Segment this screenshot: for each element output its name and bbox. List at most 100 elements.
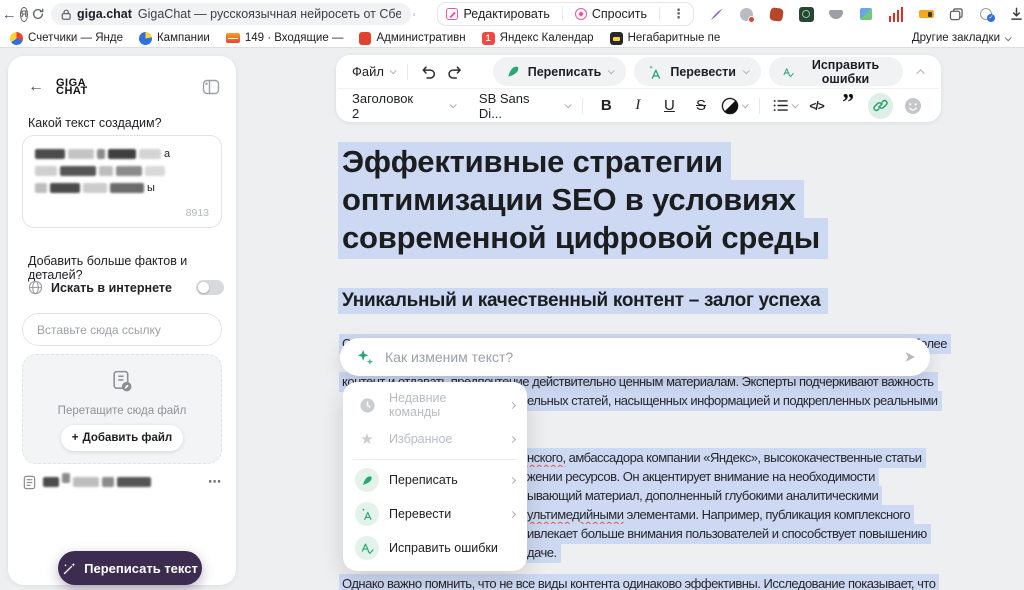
- ask-icon: [575, 8, 587, 20]
- chevron-down-icon: [743, 67, 750, 74]
- underline-button[interactable]: U: [658, 94, 682, 118]
- edit-page-button[interactable]: Редактировать: [446, 7, 549, 21]
- file-menu-button[interactable]: Файл: [352, 64, 395, 79]
- gray-shield-extension-icon[interactable]: [828, 6, 844, 22]
- redacted-text: [35, 166, 209, 176]
- rewrite-text-cta[interactable]: Переписать текст: [58, 551, 202, 585]
- editor-toolbar: Файл Переписать Перевест: [336, 55, 941, 122]
- ai-prompt-input[interactable]: [385, 349, 894, 365]
- bookmarks-bar: Счетчики — Янде Кампании 149 · Входящие …: [0, 28, 1024, 48]
- redacted-text: ы: [35, 182, 209, 194]
- red-bars-extension-icon[interactable]: [888, 6, 904, 22]
- bookmark-item[interactable]: 149 · Входящие —: [226, 32, 344, 44]
- ai-prompt-bar: [340, 338, 930, 376]
- chevron-right-icon: [509, 435, 516, 442]
- download-icon[interactable]: [1008, 6, 1024, 22]
- dark-green-extension-icon[interactable]: [798, 6, 814, 22]
- menu-item-rewrite[interactable]: Переписать: [343, 463, 527, 497]
- strikethrough-button[interactable]: S: [689, 94, 713, 118]
- url-text: giga.chat: [77, 7, 132, 21]
- redacted-file-name: [43, 477, 151, 487]
- bookmark-flag-icon[interactable]: [413, 7, 416, 22]
- emoji-button[interactable]: [901, 94, 925, 118]
- other-bookmarks-button[interactable]: Другие закладки: [912, 32, 1010, 44]
- menu-item-fix-errors[interactable]: Исправить ошибки: [343, 531, 527, 565]
- cube-extension-icon[interactable]: [858, 6, 874, 22]
- document-h1-line: оптимизации SEO в условиях: [342, 182, 804, 218]
- code-button[interactable]: </>: [805, 94, 829, 118]
- menu-divider: [353, 459, 517, 460]
- ask-ai-button[interactable]: Спросить: [575, 7, 647, 21]
- chevron-down-icon: [390, 67, 397, 74]
- translate-pill-button[interactable]: Перевести: [634, 57, 761, 86]
- file-menu-icon[interactable]: ⋯: [208, 474, 222, 490]
- web-search-label: Искать в интернете: [51, 281, 172, 295]
- rewrite-pill-button[interactable]: Переписать: [493, 57, 627, 86]
- back-arrow-icon[interactable]: ←: [28, 78, 52, 96]
- text-color-button[interactable]: [721, 97, 747, 115]
- redacted-text: а: [35, 148, 209, 160]
- browser-chrome: ← Я giga.chat GigaChat — русскоязычная н…: [0, 0, 1024, 48]
- chevron-down-icon: [564, 101, 571, 108]
- prompt-section-label: Какой текст создадим?: [28, 116, 162, 130]
- menu-item-translate[interactable]: Перевести: [343, 497, 527, 531]
- menu-item-favorites[interactable]: ★ Избранное: [343, 422, 527, 456]
- attached-file-item[interactable]: ⋯: [22, 474, 222, 490]
- dropzone-label: Перетащите сюда файл: [23, 405, 221, 417]
- more-actions-icon[interactable]: ⋮: [672, 6, 685, 22]
- sync-extension-icon[interactable]: ✓: [978, 6, 994, 22]
- prompt-textarea[interactable]: а ы 8913: [22, 135, 222, 228]
- dark-favicon: [610, 32, 623, 45]
- bold-button[interactable]: B: [595, 94, 619, 118]
- add-file-button[interactable]: + Добавить файл: [61, 425, 183, 451]
- undo-button[interactable]: [420, 60, 438, 84]
- list-button[interactable]: [772, 97, 797, 114]
- fix-errors-pill-button[interactable]: Исправить ошибки: [769, 57, 903, 86]
- link-icon: [873, 98, 888, 113]
- tabs-extension-icon[interactable]: [948, 6, 964, 22]
- link-button[interactable]: [868, 93, 894, 119]
- bookmark-item[interactable]: Административн: [359, 32, 465, 45]
- back-icon[interactable]: ←: [2, 7, 17, 22]
- font-select[interactable]: SB Sans Di...: [479, 91, 570, 121]
- redo-button[interactable]: [446, 60, 464, 84]
- send-button[interactable]: [894, 341, 926, 373]
- shield-extension-icon[interactable]: [738, 6, 754, 22]
- chevron-down-icon: [450, 101, 457, 108]
- file-dropzone[interactable]: Перетащите сюда файл + Добавить файл: [22, 354, 222, 464]
- purple-pen-extension-icon[interactable]: [708, 6, 724, 22]
- seal-extension-icon[interactable]: [768, 6, 784, 22]
- translate-icon: [647, 64, 663, 80]
- spellcheck-icon: [355, 536, 379, 560]
- document-h2: Уникальный и качественный контент – зало…: [342, 290, 828, 312]
- document-attach-icon: [109, 369, 136, 396]
- chevron-right-icon: [509, 510, 516, 517]
- web-search-toggle[interactable]: [196, 280, 224, 295]
- bookmark-item[interactable]: Кампании: [139, 32, 210, 45]
- bookmark-item[interactable]: 1 Яндекс Календар: [482, 32, 594, 45]
- direct-favicon: [139, 32, 152, 45]
- collapse-toolbar-icon[interactable]: [916, 69, 924, 77]
- chevron-right-icon: [509, 476, 516, 483]
- paragraph-line: Однако важно помнить, что не все виды ко…: [342, 574, 939, 590]
- pen-icon: [355, 468, 379, 492]
- paragraph-style-select[interactable]: Заголовок 2: [352, 91, 455, 121]
- chevron-down-icon: [1005, 34, 1012, 41]
- globe-icon: [28, 280, 43, 295]
- link-input[interactable]: [22, 313, 222, 346]
- menu-item-recent-commands[interactable]: Недавние команды: [343, 388, 527, 422]
- browser-actions: Редактировать Спросить ⋮: [437, 2, 694, 26]
- refresh-icon[interactable]: [31, 7, 45, 21]
- magic-wand-icon: [62, 561, 77, 576]
- blockquote-button[interactable]: ”: [836, 94, 860, 118]
- bookmark-item[interactable]: Счетчики — Янде: [10, 32, 123, 45]
- battery-extension-icon[interactable]: [918, 6, 934, 22]
- panel-toggle-icon[interactable]: [202, 78, 220, 96]
- bookmark-item[interactable]: Негабаритные пе: [610, 32, 721, 45]
- color-circle-icon: [721, 97, 739, 115]
- char-count: 8913: [186, 207, 209, 219]
- yandex-browser-icon[interactable]: Я: [20, 7, 28, 22]
- address-bar[interactable]: giga.chat GigaChat — русскоязычная нейро…: [51, 3, 411, 25]
- italic-button[interactable]: I: [626, 94, 650, 118]
- screen: ← Я giga.chat GigaChat — русскоязычная н…: [0, 0, 1024, 590]
